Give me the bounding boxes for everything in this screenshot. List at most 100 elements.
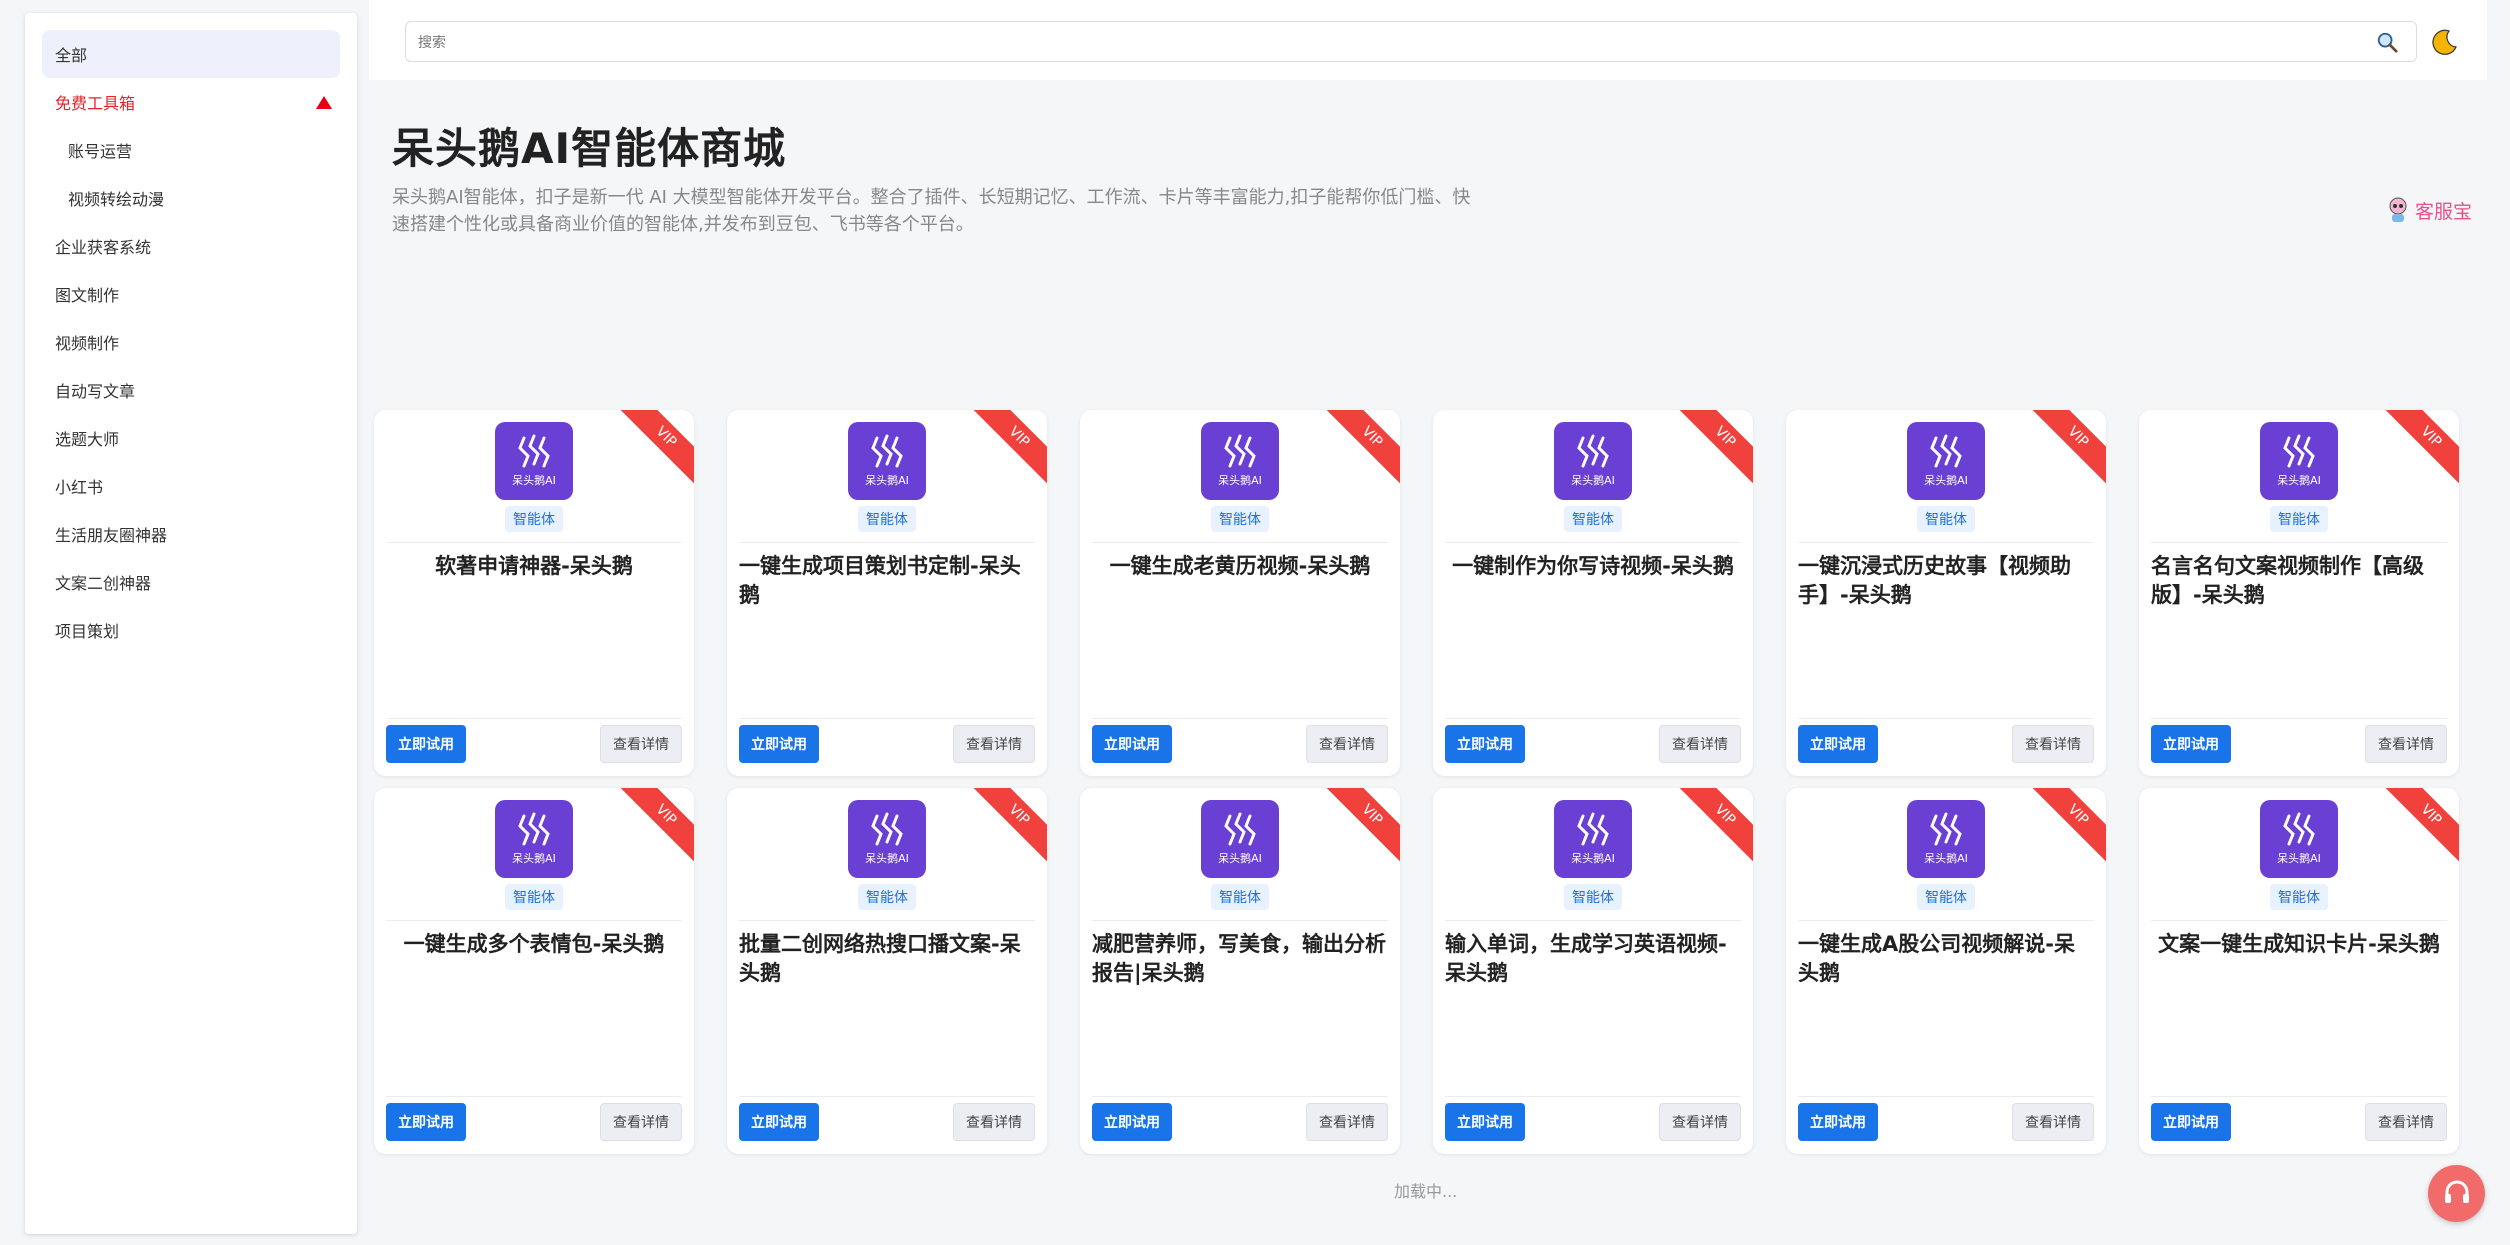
divider bbox=[1798, 920, 2094, 921]
sidebar-item[interactable]: 小红书 bbox=[42, 462, 340, 510]
agent-card[interactable]: VIP 呆头鹅AI 智能体 一键沉浸式历史故事【视频助手】-呆头鹅 立即试用 查看详情 bbox=[1786, 410, 2106, 776]
agent-card-title: 一键生成老黄历视频-呆头鹅 bbox=[1109, 554, 1371, 578]
agent-logo-text: 呆头鹅AI bbox=[512, 852, 556, 865]
sidebar-item[interactable]: 账号运营 bbox=[42, 126, 340, 174]
agent-card-title: 文案一键生成知识卡片-呆头鹅 bbox=[2158, 932, 2440, 956]
view-details-button[interactable]: 查看详情 bbox=[1659, 1103, 1741, 1141]
divider bbox=[739, 542, 1035, 543]
sidebar-item-label: 账号运营 bbox=[68, 142, 133, 161]
sidebar-item-label: 自动写文章 bbox=[55, 382, 136, 401]
divider bbox=[386, 1096, 682, 1097]
view-details-button[interactable]: 查看详情 bbox=[2365, 725, 2447, 763]
view-details-button[interactable]: 查看详情 bbox=[1659, 725, 1741, 763]
view-details-button[interactable]: 查看详情 bbox=[1306, 725, 1388, 763]
agent-card[interactable]: VIP 呆头鹅AI 智能体 一键生成项目策划书定制-呆头鹅 立即试用 查看详情 bbox=[727, 410, 1047, 776]
vip-ribbon: VIP bbox=[614, 410, 694, 489]
view-details-button[interactable]: 查看详情 bbox=[953, 1103, 1035, 1141]
view-details-button[interactable]: 查看详情 bbox=[600, 725, 682, 763]
try-now-button[interactable]: 立即试用 bbox=[1798, 725, 1878, 763]
try-now-button[interactable]: 立即试用 bbox=[1798, 1103, 1878, 1141]
view-details-button[interactable]: 查看详情 bbox=[600, 1103, 682, 1141]
sidebar-item-label: 全部 bbox=[55, 46, 88, 65]
dark-mode-moon-icon[interactable] bbox=[2429, 27, 2459, 57]
agent-card[interactable]: VIP 呆头鹅AI 智能体 输入单词，生成学习英语视频-呆头鹅 立即试用 查看详情 bbox=[1433, 788, 1753, 1154]
view-details-button[interactable]: 查看详情 bbox=[2012, 1103, 2094, 1141]
agent-type-tag: 智能体 bbox=[2270, 506, 2328, 532]
view-details-button[interactable]: 查看详情 bbox=[2365, 1103, 2447, 1141]
divider bbox=[1092, 920, 1388, 921]
vip-ribbon: VIP bbox=[1320, 788, 1400, 867]
try-now-button[interactable]: 立即试用 bbox=[1092, 725, 1172, 763]
agent-logo-text: 呆头鹅AI bbox=[1218, 852, 1262, 865]
agent-card[interactable]: VIP 呆头鹅AI 智能体 批量二创网络热搜口播文案-呆头鹅 立即试用 查看详情 bbox=[727, 788, 1047, 1154]
try-now-button[interactable]: 立即试用 bbox=[1092, 1103, 1172, 1141]
agent-card[interactable]: VIP 呆头鹅AI 智能体 名言名句文案视频制作【高级版】-呆头鹅 立即试用 查看详情 bbox=[2139, 410, 2459, 776]
divider bbox=[1798, 1096, 2094, 1097]
sidebar-item[interactable]: 图文制作 bbox=[42, 270, 340, 318]
sidebar-item[interactable]: 文案二创神器 bbox=[42, 558, 340, 606]
support-float-button[interactable] bbox=[2428, 1165, 2485, 1222]
agent-card[interactable]: VIP 呆头鹅AI 智能体 一键生成多个表情包-呆头鹅 立即试用 查看详情 bbox=[374, 788, 694, 1154]
sidebar-item-label: 小红书 bbox=[55, 478, 104, 497]
collapse-triangle-icon[interactable] bbox=[316, 96, 332, 109]
view-details-button[interactable]: 查看详情 bbox=[1306, 1103, 1388, 1141]
try-now-button[interactable]: 立即试用 bbox=[386, 1103, 466, 1141]
try-now-button[interactable]: 立即试用 bbox=[386, 725, 466, 763]
sidebar-item-label: 文案二创神器 bbox=[55, 574, 152, 593]
customer-service-link[interactable]: 客服宝 bbox=[2385, 190, 2495, 230]
agent-card-title: 一键制作为你写诗视频-呆头鹅 bbox=[1452, 554, 1734, 578]
divider bbox=[1798, 718, 2094, 719]
search-input[interactable]: 搜索 bbox=[405, 21, 2417, 62]
divider bbox=[1092, 542, 1388, 543]
search-icon[interactable] bbox=[2376, 31, 2398, 53]
sidebar-item[interactable]: 视频转绘动漫 bbox=[42, 174, 340, 222]
agent-card-title: 一键生成项目策划书定制-呆头鹅 bbox=[739, 554, 1021, 607]
agent-logo-icon bbox=[1930, 812, 1962, 846]
agent-card-title: 一键生成A股公司视频解说-呆头鹅 bbox=[1798, 932, 2075, 985]
try-now-button[interactable]: 立即试用 bbox=[1445, 1103, 1525, 1141]
sidebar-item[interactable]: 生活朋友圈神器 bbox=[42, 510, 340, 558]
try-now-button[interactable]: 立即试用 bbox=[2151, 1103, 2231, 1141]
divider bbox=[1445, 542, 1741, 543]
vip-ribbon: VIP bbox=[2026, 410, 2106, 489]
sidebar-item-label: 生活朋友圈神器 bbox=[55, 526, 168, 545]
agent-card[interactable]: VIP 呆头鹅AI 智能体 一键生成老黄历视频-呆头鹅 立即试用 查看详情 bbox=[1080, 410, 1400, 776]
sidebar-item[interactable]: 选题大师 bbox=[42, 414, 340, 462]
view-details-button[interactable]: 查看详情 bbox=[2012, 725, 2094, 763]
agent-card[interactable]: VIP 呆头鹅AI 智能体 一键生成A股公司视频解说-呆头鹅 立即试用 查看详情 bbox=[1786, 788, 2106, 1154]
sidebar-item[interactable]: 企业获客系统 bbox=[42, 222, 340, 270]
sidebar-item-label: 图文制作 bbox=[55, 286, 120, 305]
agent-logo: 呆头鹅AI bbox=[2260, 422, 2338, 500]
agent-card[interactable]: VIP 呆头鹅AI 智能体 一键制作为你写诗视频-呆头鹅 立即试用 查看详情 bbox=[1433, 410, 1753, 776]
agent-type-tag: 智能体 bbox=[2270, 884, 2328, 910]
agent-logo-icon bbox=[1577, 434, 1609, 468]
agent-type-tag: 智能体 bbox=[505, 506, 563, 532]
sidebar-item[interactable]: 视频制作 bbox=[42, 318, 340, 366]
loading-indicator: 加载中... bbox=[1394, 1182, 1458, 1201]
agent-type-tag: 智能体 bbox=[1211, 506, 1269, 532]
try-now-button[interactable]: 立即试用 bbox=[2151, 725, 2231, 763]
try-now-button[interactable]: 立即试用 bbox=[739, 725, 819, 763]
agent-card[interactable]: VIP 呆头鹅AI 智能体 软著申请神器-呆头鹅 立即试用 查看详情 bbox=[374, 410, 694, 776]
view-details-button[interactable]: 查看详情 bbox=[953, 725, 1035, 763]
agent-logo-text: 呆头鹅AI bbox=[512, 474, 556, 487]
customer-service-label: 客服宝 bbox=[2415, 200, 2473, 223]
agent-logo-icon bbox=[1577, 812, 1609, 846]
sidebar-item[interactable]: 全部 bbox=[42, 30, 340, 78]
sidebar-item[interactable]: 免费工具箱 bbox=[42, 78, 340, 126]
agent-card[interactable]: VIP 呆头鹅AI 智能体 文案一键生成知识卡片-呆头鹅 立即试用 查看详情 bbox=[2139, 788, 2459, 1154]
sidebar-item-label: 企业获客系统 bbox=[55, 238, 152, 257]
agent-logo-text: 呆头鹅AI bbox=[1571, 852, 1615, 865]
divider bbox=[2151, 920, 2447, 921]
try-now-button[interactable]: 立即试用 bbox=[1445, 725, 1525, 763]
agent-logo: 呆头鹅AI bbox=[495, 800, 573, 878]
try-now-button[interactable]: 立即试用 bbox=[739, 1103, 819, 1141]
sidebar-item[interactable]: 自动写文章 bbox=[42, 366, 340, 414]
sidebar-item-label: 视频转绘动漫 bbox=[68, 190, 165, 209]
agent-type-tag: 智能体 bbox=[505, 884, 563, 910]
sidebar-item[interactable]: 项目策划 bbox=[42, 606, 340, 654]
top-bar: 搜索 bbox=[369, 0, 2487, 80]
agent-logo: 呆头鹅AI bbox=[1201, 422, 1279, 500]
agent-card[interactable]: VIP 呆头鹅AI 智能体 减肥营养师，写美食，输出分析报告|呆头鹅 立即试用 查看详情 bbox=[1080, 788, 1400, 1154]
vip-ribbon: VIP bbox=[967, 410, 1047, 489]
